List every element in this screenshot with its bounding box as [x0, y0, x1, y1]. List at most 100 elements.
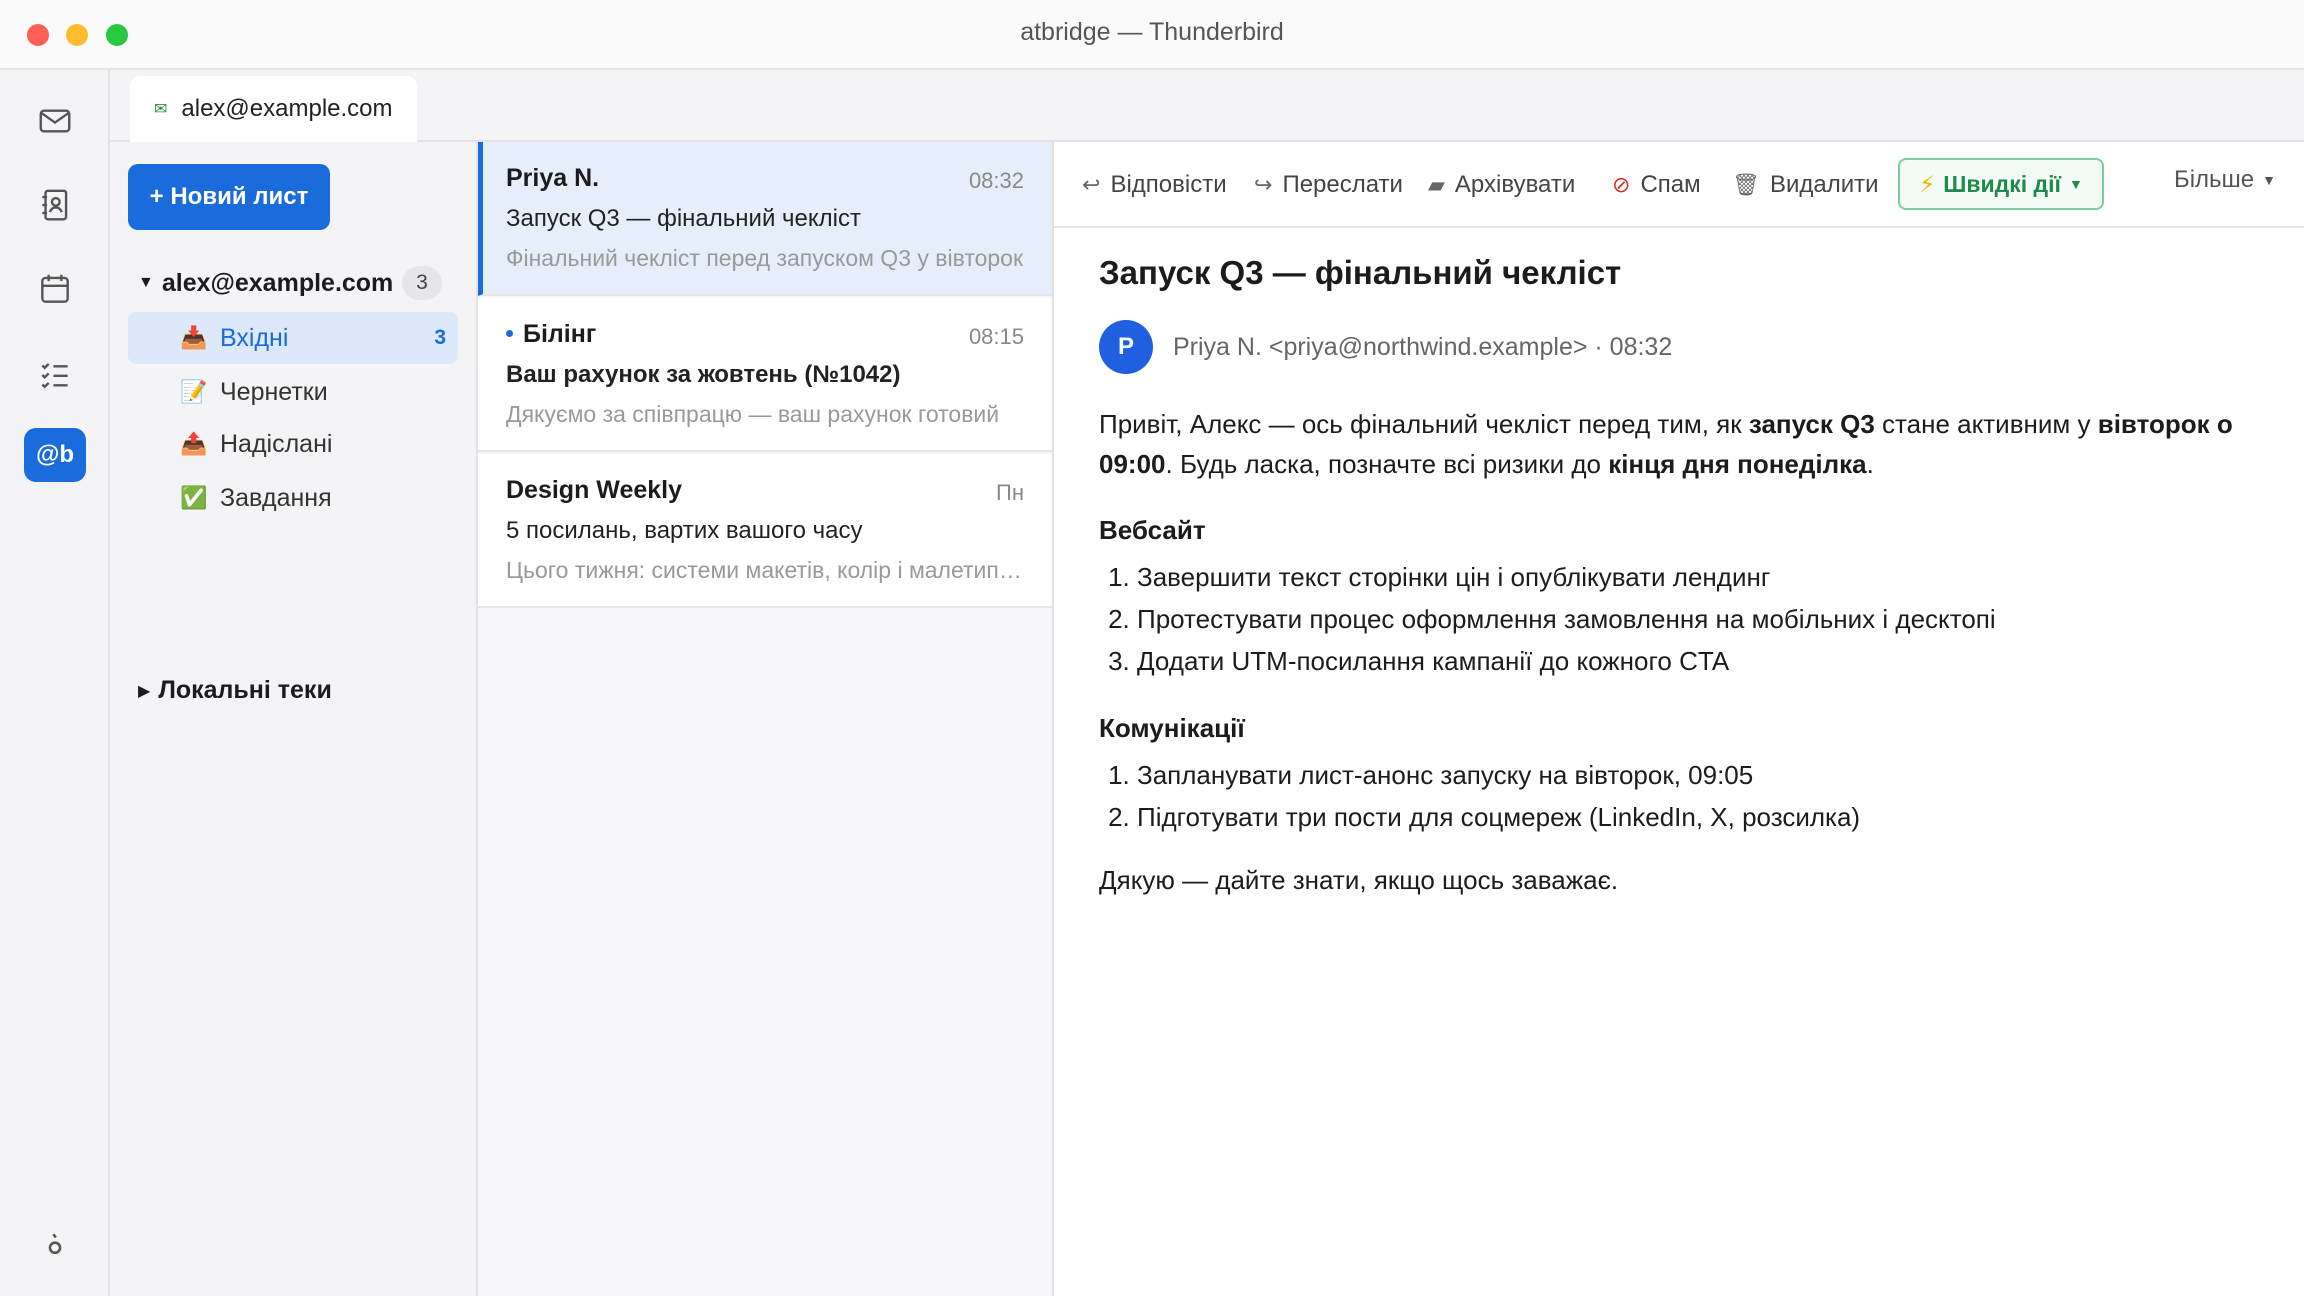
reply-label: Відповісти [1110, 171, 1227, 198]
message-reader: ↩ Відповісти ↪ Переслати ▰ Архівувати ⊘ … [1054, 142, 2304, 1296]
tab-bar: ✉ alex@example.com [110, 70, 2304, 142]
account-row[interactable]: ▼ alex@example.com 3 [138, 262, 458, 304]
reply-icon: ↩ [1082, 172, 1101, 197]
archive-icon: ▰ [1428, 172, 1445, 197]
mail-space-button[interactable] [24, 94, 86, 148]
body-text: . Будь ласка, позначте всі ризики до [1165, 449, 1609, 479]
message-row[interactable]: Design Weekly Пн 5 посилань, вартих вашо… [478, 454, 1052, 608]
body-bold: кінця дня понеділка [1608, 449, 1867, 479]
quick-actions-button[interactable]: ⚡ Швидкі дії ▼ [1898, 158, 2104, 210]
message-time: 08:32 [968, 168, 1024, 193]
atbridge-space-button[interactable]: @b [24, 428, 86, 482]
spaces-toolbar: @b [0, 70, 110, 1296]
message-sender: Priya N. [506, 164, 600, 192]
chevron-down-icon: ▼ [138, 274, 154, 291]
message-sender-name: Білінг [523, 320, 597, 348]
body-text: . [1866, 449, 1874, 479]
spam-icon: ⊘ [1612, 172, 1631, 197]
body-intro: Привіт, Алекс — ось фінальний чекліст пе… [1099, 404, 2269, 484]
address-book-space-button[interactable] [24, 178, 86, 232]
body-closing: Дякую — дайте знати, якщо щось заважає. [1099, 865, 1619, 895]
list-item: Запланувати лист-анонс запуску на вівтор… [1137, 754, 2269, 796]
forward-label: Переслати [1282, 171, 1403, 198]
inbox-icon: 📥 [180, 325, 208, 350]
sent-icon: 📤 [180, 431, 208, 456]
settings-space-button[interactable] [24, 1216, 86, 1270]
message-toolbar: ↩ Відповісти ↪ Переслати ▰ Архівувати ⊘ … [1054, 142, 2304, 228]
message-preview: Фінальний чекліст перед запуском Q3 у ві… [506, 245, 1024, 271]
message-row[interactable]: Білінг 08:15 Ваш рахунок за жовтень (№10… [478, 298, 1052, 452]
tab-label: alex@example.com [181, 95, 393, 122]
message-row[interactable]: Priya N. 08:32 Запуск Q3 — фінальний чек… [478, 142, 1052, 296]
message-subject: Ваш рахунок за жовтень (№1042) [506, 361, 901, 388]
folder-tasks[interactable]: ✅ Завдання [128, 472, 458, 524]
more-label: Більше [2173, 166, 2255, 193]
message-subject: Запуск Q3 — фінальний чекліст [506, 205, 861, 232]
archive-button[interactable]: ▰ Архівувати [1428, 166, 1575, 204]
message-time: Пн [996, 480, 1024, 505]
delete-label: Видалити [1769, 171, 1879, 198]
account-name: alex@example.com [161, 268, 394, 297]
forward-icon: ↪ [1254, 172, 1273, 197]
section-list: Завершити текст сторінки цін і опублікув… [1137, 556, 2269, 682]
section-list: Запланувати лист-анонс запуску на вівтор… [1137, 754, 2269, 838]
new-message-button[interactable]: + Новий лист [128, 164, 330, 230]
folder-inbox[interactable]: 📥 Вхідні 3 [128, 312, 458, 364]
from-text[interactable]: Priya N. <priya@northwind.example> · 08:… [1173, 333, 1672, 362]
tasks-icon [41, 363, 68, 389]
folder-label: Вхідні [220, 323, 289, 352]
list-item: Завершити текст сторінки цін і опублікув… [1137, 556, 2269, 598]
trash-icon: 🗑 [1732, 172, 1760, 197]
title-bar: atbridge — Thunderbird [0, 0, 2304, 70]
calendar-space-button[interactable] [24, 262, 86, 316]
folder-pane: + Новий лист ▼ alex@example.com 3 📥 Вхід… [110, 142, 478, 1296]
message-list: Priya N. 08:32 Запуск Q3 — фінальний чек… [478, 142, 1054, 1296]
forward-button[interactable]: ↪ Переслати [1254, 166, 1403, 204]
folder-drafts[interactable]: 📝 Чернетки [128, 366, 458, 418]
account-unread-count: 3 [402, 266, 442, 300]
avatar: P [1099, 320, 1153, 374]
local-folders-label: Локальні теки [158, 676, 332, 704]
quick-actions-label: Швидкі дії [1943, 170, 2062, 197]
unread-dot-icon [506, 329, 513, 337]
envelope-icon: ✉ [154, 101, 168, 118]
archive-label: Архівувати [1454, 171, 1576, 198]
message-sender: Design Weekly [506, 476, 683, 504]
message-sender: Білінг [506, 320, 1024, 349]
mail-icon [39, 109, 71, 133]
body-text: Привіт, Алекс — ось фінальний чекліст пе… [1099, 409, 1749, 439]
list-item: Додати UTM-посилання кампанії до кожного… [1137, 640, 2269, 682]
spam-label: Спам [1640, 171, 1701, 198]
body-text: стане активним у [1874, 409, 2098, 439]
list-item: Протестувати процес оформлення замовленн… [1137, 598, 2269, 640]
tab-account[interactable]: ✉ alex@example.com [130, 76, 417, 142]
folder-sent[interactable]: 📤 Надіслані [128, 418, 458, 470]
reply-button[interactable]: ↩ Відповісти [1082, 166, 1227, 204]
local-folders-row[interactable]: ▶ Локальні теки [138, 676, 332, 705]
lightning-icon: ⚡ [1919, 170, 1936, 197]
delete-button[interactable]: 🗑 Видалити [1732, 166, 1879, 204]
section-heading: Комунікації [1099, 713, 1245, 743]
message-body: Привіт, Алекс — ось фінальний чекліст пе… [1099, 404, 2269, 900]
folder-label: Чернетки [220, 377, 328, 406]
body-bold: запуск Q3 [1748, 409, 1875, 439]
message-preview: Дякуємо за співпрацю — ваш рахунок готов… [506, 401, 1000, 427]
message-preview: Цього тижня: системи макетів, колір і ма… [506, 557, 1024, 583]
app-window: atbridge — Thunderbird @b ✉ alex@example… [0, 0, 2304, 1296]
check-icon: ✅ [180, 485, 208, 510]
address-book-icon [42, 189, 68, 221]
message-subject-heading: Запуск Q3 — фінальний чекліст [1099, 254, 1622, 291]
atbridge-icon: @b [35, 441, 75, 468]
window-title: atbridge — Thunderbird [1020, 18, 1284, 46]
spam-button[interactable]: ⊘ Спам [1612, 166, 1701, 204]
chevron-down-icon: ▼ [2262, 172, 2276, 188]
chevron-down-icon: ▼ [2069, 176, 2083, 192]
tasks-space-button[interactable] [24, 348, 86, 402]
folder-label: Надіслані [220, 429, 333, 458]
chevron-right-icon: ▶ [138, 682, 151, 700]
drafts-icon: 📝 [180, 379, 208, 404]
more-button[interactable]: Більше ▼ [2174, 166, 2276, 194]
from-row: P Priya N. <priya@northwind.example> · 0… [1099, 320, 1672, 374]
calendar-icon [41, 274, 69, 303]
folder-unread-count: 3 [434, 326, 446, 349]
